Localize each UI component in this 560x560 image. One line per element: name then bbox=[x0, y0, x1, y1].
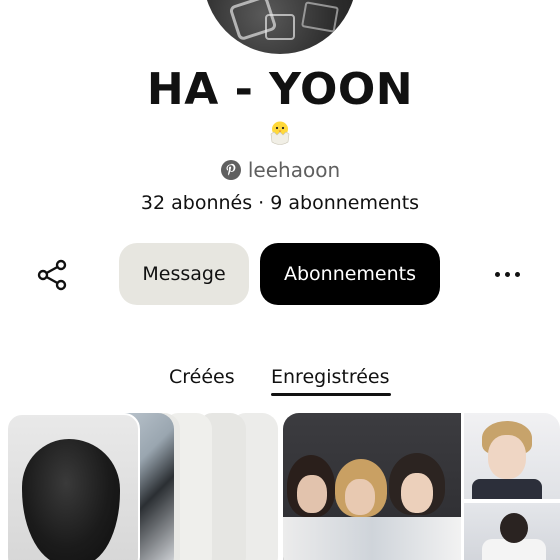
follower-stats[interactable]: 32 abonnés · 9 abonnements bbox=[0, 192, 560, 214]
dot bbox=[514, 271, 520, 277]
more-horizontal-icon[interactable] bbox=[488, 262, 526, 286]
photo-detail bbox=[500, 513, 528, 543]
pin-thumbnail bbox=[464, 413, 560, 499]
board-preview[interactable] bbox=[6, 413, 278, 560]
following-button[interactable]: Abonnements bbox=[260, 243, 440, 305]
board-preview[interactable] bbox=[283, 413, 560, 560]
hair-photo bbox=[22, 439, 120, 560]
photo-detail bbox=[297, 475, 327, 513]
avatar-detail bbox=[265, 14, 295, 40]
profile-avatar[interactable] bbox=[203, 0, 357, 54]
dot bbox=[494, 271, 500, 277]
hatching-chick-icon bbox=[268, 120, 292, 146]
profile-tabs: Créées Enregistrées bbox=[0, 366, 560, 396]
pinterest-icon bbox=[220, 159, 242, 181]
avatar-detail bbox=[301, 1, 339, 33]
message-button[interactable]: Message bbox=[119, 243, 249, 305]
pin-thumbnail bbox=[6, 413, 140, 560]
share-icon[interactable] bbox=[34, 258, 70, 292]
tab-saved[interactable]: Enregistrées bbox=[271, 366, 390, 388]
photo-detail bbox=[283, 517, 461, 560]
photo-detail bbox=[401, 473, 433, 513]
photo-detail bbox=[345, 479, 375, 515]
pin-thumbnail bbox=[464, 503, 560, 560]
pin-thumbnail bbox=[283, 413, 461, 560]
tab-created[interactable]: Créées bbox=[169, 366, 235, 388]
photo-detail bbox=[488, 435, 526, 479]
profile-handle-row: leehaoon bbox=[0, 156, 560, 184]
photo-detail bbox=[472, 479, 542, 499]
dot bbox=[504, 271, 510, 277]
active-tab-indicator bbox=[271, 393, 391, 396]
profile-handle[interactable]: leehaoon bbox=[248, 158, 340, 182]
profile-name: HA - YOON bbox=[146, 64, 414, 115]
